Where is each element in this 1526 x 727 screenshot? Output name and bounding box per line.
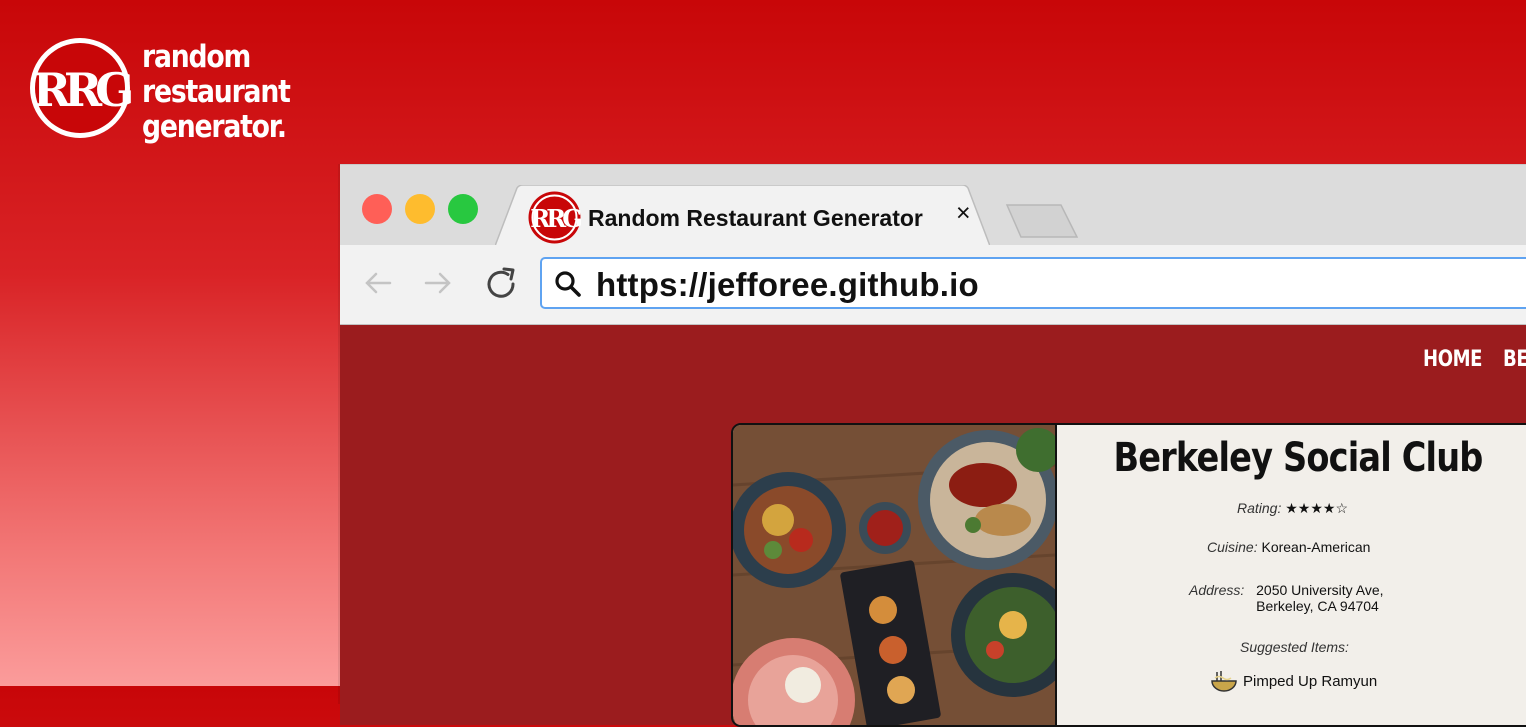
- reload-icon[interactable]: [482, 265, 520, 303]
- close-window-button[interactable]: [362, 194, 392, 224]
- new-tab-button[interactable]: [1005, 203, 1079, 239]
- brand-logo-text: RRG: [33, 63, 131, 117]
- tab-title: Random Restaurant Generator: [588, 205, 923, 231]
- forward-arrow-icon[interactable]: [422, 267, 454, 299]
- suggested-item: Pimped Up Ramyun: [1209, 669, 1377, 693]
- restaurant-info: Berkeley Social Club Rating: ★★★★☆ Cuisi…: [1055, 425, 1526, 725]
- minimize-window-button[interactable]: [405, 194, 435, 224]
- noodle-bowl-icon: [1211, 671, 1237, 692]
- url-input[interactable]: https://jefforee.github.io: [540, 257, 1526, 309]
- brand-line-2: restaurant: [142, 74, 291, 110]
- rrg-favicon-icon: RRG: [528, 191, 581, 244]
- restaurant-name: Berkeley Social Club: [1113, 435, 1483, 481]
- cuisine-label: Cuisine:: [1207, 539, 1258, 555]
- favicon-text: RRG: [530, 204, 581, 233]
- restaurant-card: Berkeley Social Club Rating: ★★★★☆ Cuisi…: [731, 423, 1526, 727]
- suggested-label-text: Suggested Items:: [1240, 639, 1349, 655]
- cuisine-value: Korean-American: [1261, 539, 1371, 555]
- nav-link-home[interactable]: HOME: [1423, 347, 1482, 372]
- back-arrow-icon[interactable]: [362, 267, 394, 299]
- address-label: Address:: [1189, 582, 1245, 598]
- search-icon: [555, 271, 581, 297]
- brand-line-3: generator.: [142, 109, 287, 145]
- brand: RRG random restaurant generator.: [28, 36, 314, 145]
- maximize-window-button[interactable]: [448, 194, 478, 224]
- website-page: HOME BE Berkeley Social Club Rating: ★★★…: [340, 325, 1526, 727]
- suggested-items-label: Suggested Items:: [1240, 639, 1349, 655]
- rrg-logo-icon: RRG: [30, 38, 132, 138]
- url-text: https://jefforee.github.io: [596, 266, 979, 303]
- address-row: Address: 2050 University Ave, Berkeley, …: [1189, 582, 1384, 614]
- address-line-2: Berkeley, CA 94704: [1256, 598, 1379, 614]
- address-toolbar: https://jefforee.github.io: [340, 245, 1526, 325]
- cuisine-row: Cuisine: Korean-American: [1207, 539, 1370, 555]
- brand-wordmark: random restaurant generator.: [142, 39, 291, 145]
- tab-bar: RRG Random Restaurant Generator ×: [340, 164, 1526, 246]
- food-photo: [733, 425, 1055, 725]
- tab-close-icon[interactable]: ×: [956, 201, 971, 226]
- nav-link-be[interactable]: BE: [1503, 347, 1526, 372]
- address-line-1: 2050 University Ave,: [1256, 582, 1384, 598]
- brand-line-1: random: [142, 39, 251, 75]
- suggested-item-name: Pimped Up Ramyun: [1243, 672, 1378, 690]
- rating-row: Rating: ★★★★☆: [1237, 500, 1348, 517]
- tab-active[interactable]: RRG Random Restaurant Generator ×: [495, 185, 990, 246]
- browser-window: RRG Random Restaurant Generator × https:…: [340, 164, 1526, 727]
- address-value: 2050 University Ave, Berkeley, CA 94704: [1256, 582, 1383, 614]
- rating-label: Rating:: [1237, 500, 1282, 516]
- rating-stars: ★★★★☆: [1285, 500, 1349, 516]
